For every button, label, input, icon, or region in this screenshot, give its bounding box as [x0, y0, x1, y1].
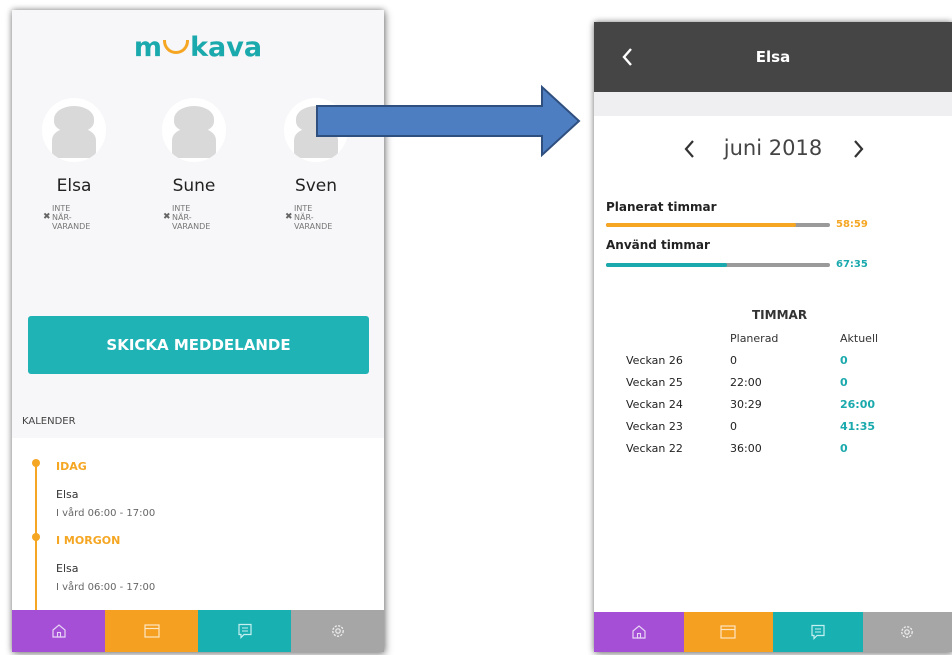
gear-icon — [901, 626, 914, 638]
planned-hours-fill — [606, 223, 797, 227]
column-header-planned: Planerad — [730, 332, 779, 345]
arrow-right-icon — [316, 84, 581, 158]
actual-cell: 0 — [840, 376, 848, 389]
tab-home[interactable] — [12, 610, 105, 652]
tab-settings[interactable] — [291, 610, 384, 652]
top-bar: Elsa — [594, 22, 952, 92]
calendar-section-label: KALENDER — [22, 416, 76, 427]
month-label: juni 2018 — [723, 136, 823, 160]
mukava-logo: m kava — [12, 32, 384, 63]
logo-text-start: m — [133, 32, 163, 63]
sub-header-strip — [594, 92, 952, 116]
week-cell: Veckan 25 — [626, 376, 683, 389]
used-hours-value: 67:35 — [836, 259, 868, 270]
event-description: I vård 06:00 - 17:00 — [56, 508, 156, 519]
calendar-icon — [720, 625, 736, 639]
child-name: Sune — [172, 176, 216, 196]
table-row: Veckan 23 0 41:35 — [594, 420, 952, 440]
message-icon — [237, 623, 252, 639]
table-row: Veckan 22 36:00 0 — [594, 442, 952, 462]
tab-messages[interactable] — [773, 612, 863, 652]
planned-hours-bar — [606, 223, 830, 227]
planned-cell: 36:00 — [730, 442, 762, 455]
logo-text-end: kava — [190, 32, 263, 63]
actual-cell: 41:35 — [840, 420, 876, 433]
page-title: Elsa — [755, 48, 791, 66]
chevron-right-icon[interactable] — [848, 138, 868, 160]
planned-hours-value: 58:59 — [836, 219, 868, 230]
calendar-icon — [143, 624, 160, 638]
week-cell: Veckan 24 — [626, 398, 683, 411]
attendance-status: ✖ INTE NÄR- VARANDE — [163, 204, 211, 231]
table-row: Veckan 26 0 0 — [594, 354, 952, 374]
child-card-sune[interactable]: Sune ✖ INTE NÄR- VARANDE — [154, 98, 234, 231]
close-icon: ✖ — [43, 212, 51, 222]
bottom-tab-bar — [12, 610, 384, 652]
week-cell: Veckan 23 — [626, 420, 683, 433]
tab-settings[interactable] — [862, 612, 952, 652]
child-card-elsa[interactable]: Elsa ✖ INTE NÄR- VARANDE — [34, 98, 114, 231]
used-hours-fill — [606, 263, 727, 267]
planned-cell: 0 — [730, 420, 737, 433]
tab-calendar[interactable] — [683, 612, 773, 652]
home-icon — [632, 625, 646, 639]
week-cell: Veckan 22 — [626, 442, 683, 455]
event-day-label: I MORGON — [56, 534, 121, 547]
child-detail-screen: Elsa juni 2018 Planerat timmar 58:59 Anv… — [594, 22, 952, 652]
calendar-timeline: IDAG Elsa I vård 06:00 - 17:00 I MORGON … — [12, 438, 384, 620]
child-name: Sven — [294, 176, 338, 196]
table-row: Veckan 25 22:00 0 — [594, 376, 952, 396]
attendance-status: ✖ INTE NÄR- VARANDE — [43, 204, 91, 231]
actual-cell: 0 — [840, 354, 848, 367]
event-description: I vård 06:00 - 17:00 — [56, 582, 156, 593]
used-hours-bar — [606, 263, 830, 267]
planned-hours-label: Planerat timmar — [606, 200, 717, 214]
tab-messages[interactable] — [198, 610, 291, 652]
message-icon — [811, 624, 825, 640]
avatar — [162, 98, 226, 162]
event-child-name: Elsa — [56, 562, 79, 575]
child-name: Elsa — [56, 176, 92, 196]
close-icon: ✖ — [163, 212, 171, 222]
send-message-button[interactable]: SKICKA MEDDELANDE — [28, 316, 369, 374]
planned-cell: 0 — [730, 354, 737, 367]
close-icon: ✖ — [285, 212, 293, 222]
gear-icon — [331, 625, 344, 637]
tab-calendar[interactable] — [105, 610, 198, 652]
timeline-dot — [32, 533, 40, 541]
timeline-dot — [32, 459, 40, 467]
planned-cell: 22:00 — [730, 376, 762, 389]
hours-table-title: TIMMAR — [752, 308, 808, 322]
planned-cell: 30:29 — [730, 398, 762, 411]
event-day-label: IDAG — [56, 460, 87, 473]
home-icon — [51, 624, 66, 638]
actual-cell: 0 — [840, 442, 848, 455]
bottom-tab-bar — [594, 612, 952, 652]
logo-smile-icon — [163, 40, 190, 54]
attendance-status: ✖ INTE NÄR- VARANDE — [285, 204, 333, 231]
tab-home[interactable] — [594, 612, 684, 652]
used-hours-label: Använd timmar — [606, 238, 710, 252]
week-cell: Veckan 26 — [626, 354, 683, 367]
actual-cell: 26:00 — [840, 398, 876, 411]
table-row: Veckan 24 30:29 26:00 — [594, 398, 952, 418]
column-header-actual: Aktuell — [840, 332, 879, 345]
avatar — [42, 98, 106, 162]
month-navigator: juni 2018 — [594, 134, 952, 164]
event-child-name: Elsa — [56, 488, 79, 501]
